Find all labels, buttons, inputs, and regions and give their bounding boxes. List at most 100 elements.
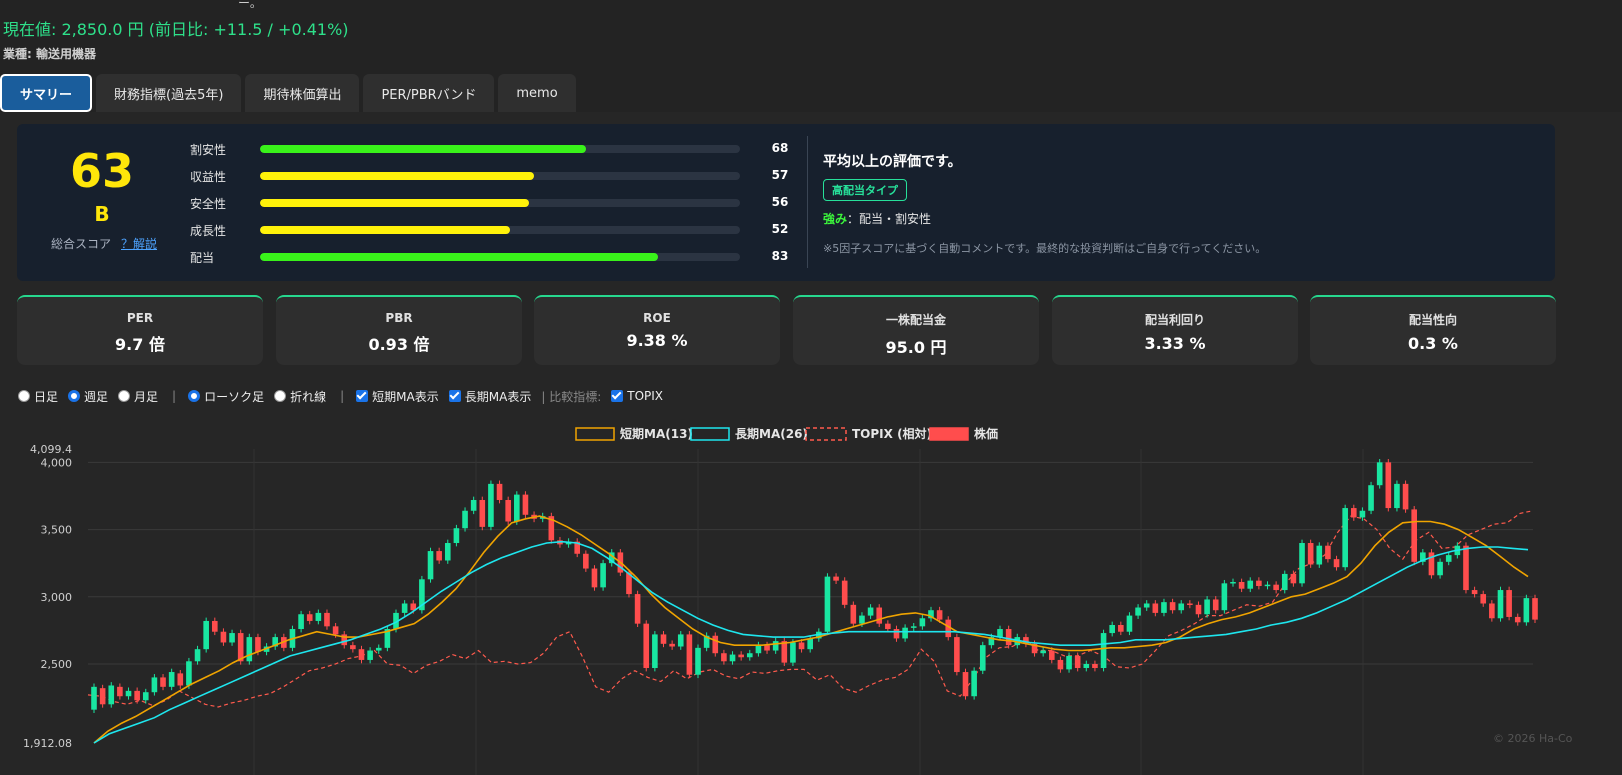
explain-link[interactable]: ？解説 xyxy=(121,235,157,252)
candle xyxy=(1195,604,1202,615)
checkbox-long-ma[interactable]: 長期MA表示 xyxy=(448,388,531,405)
factor-label: 割安性 xyxy=(190,143,227,157)
candle xyxy=(634,594,641,624)
candle xyxy=(134,690,140,701)
candle xyxy=(712,635,719,654)
metric-label: PBR xyxy=(385,311,413,325)
candle xyxy=(910,626,917,628)
tab-per-pbr-band[interactable]: PER/PBRバンド xyxy=(363,74,495,112)
candle xyxy=(160,677,166,687)
radio-monthly[interactable]: 月足 xyxy=(118,388,158,405)
candle xyxy=(522,494,529,515)
price-chart[interactable]: 4,099.4 4,000 3,500 3,000 2,500 1,912.08 短期MA(… xyxy=(0,420,1622,775)
factor-bar xyxy=(260,172,740,180)
candle xyxy=(315,612,322,621)
candle xyxy=(1394,483,1400,509)
radio-daily[interactable]: 日足 xyxy=(18,388,58,405)
y-tick-label: 1,912.08 xyxy=(23,737,72,750)
candle xyxy=(1333,559,1340,568)
radio-candlestick[interactable]: ローソク足 xyxy=(188,388,264,405)
candle xyxy=(453,528,460,544)
legend-swatch xyxy=(690,427,730,441)
candle xyxy=(677,634,684,647)
y-tick-label: 3,500 xyxy=(41,524,73,537)
factor-bar-fill xyxy=(260,145,587,153)
candle xyxy=(885,623,891,630)
candle xyxy=(1187,603,1193,605)
candle xyxy=(1325,545,1331,560)
factor-row: 収益性 57 xyxy=(190,166,790,186)
candle xyxy=(833,576,839,581)
candle xyxy=(1385,462,1392,509)
factor-bar-fill xyxy=(260,199,529,207)
checkbox[interactable] xyxy=(356,390,369,402)
radio-line[interactable]: 折れ線 xyxy=(274,388,326,405)
metric-value: 95.0 円 xyxy=(885,338,947,357)
candle xyxy=(1092,663,1098,669)
tab-summary[interactable]: サマリー xyxy=(0,74,93,112)
tab-financials[interactable]: 財務指標(過去5年) xyxy=(96,74,242,112)
checkbox[interactable] xyxy=(448,390,461,402)
factor-label: 安全性 xyxy=(190,197,227,211)
checkbox-topix[interactable]: TOPIX xyxy=(611,389,663,403)
candle xyxy=(125,690,132,697)
radio-button[interactable] xyxy=(188,390,201,402)
current-price: 現在値: 2,850.0 円 (前日比: +11.5 / +0.41%) xyxy=(3,20,349,39)
metric-label: 一株配当金 xyxy=(885,313,946,327)
candle xyxy=(876,607,883,624)
candle xyxy=(1532,598,1538,620)
candle xyxy=(177,673,184,686)
factor-row: 安全性 56 xyxy=(190,193,790,213)
candle xyxy=(186,661,192,686)
candle xyxy=(790,642,796,663)
candle xyxy=(755,645,762,654)
candle xyxy=(919,618,926,627)
candle xyxy=(772,641,779,651)
candle xyxy=(1048,650,1055,660)
candle xyxy=(470,499,477,511)
candle xyxy=(729,654,736,662)
candle xyxy=(1350,508,1357,518)
candle xyxy=(324,612,330,627)
candle xyxy=(1480,594,1487,604)
factor-row: 割安性 68 xyxy=(190,139,790,159)
radio-label: 週足 xyxy=(84,389,109,404)
candle xyxy=(997,629,1003,638)
radio-button[interactable] xyxy=(68,390,81,402)
candle xyxy=(91,686,97,710)
radio-button[interactable] xyxy=(274,390,287,402)
tab-memo[interactable]: memo xyxy=(498,74,576,112)
compare-label: | 比較指標: xyxy=(541,388,601,405)
candle xyxy=(962,672,969,697)
candle xyxy=(764,645,770,651)
candle xyxy=(1230,581,1236,584)
metric-label: 配当利回り xyxy=(1144,313,1205,327)
radio-button[interactable] xyxy=(18,390,30,402)
candle xyxy=(1411,509,1418,562)
candle xyxy=(255,637,261,652)
checkbox-label: TOPIX xyxy=(627,389,664,403)
checkbox[interactable] xyxy=(611,390,624,402)
candle xyxy=(358,649,365,660)
candle xyxy=(350,645,356,650)
candle xyxy=(1437,561,1443,576)
factor-row: 配当 83 xyxy=(190,247,790,267)
candle xyxy=(660,634,667,644)
candle xyxy=(583,553,589,569)
radio-label: ローソク足 xyxy=(204,389,265,404)
candle xyxy=(1497,590,1504,619)
candle xyxy=(1359,510,1366,518)
candle xyxy=(1514,616,1521,623)
separator: | xyxy=(340,389,345,403)
metric-label: 配当性向 xyxy=(1408,313,1457,327)
candle xyxy=(686,634,693,675)
truncated-text: ー。 xyxy=(238,0,262,10)
radio-button[interactable] xyxy=(118,390,131,402)
radio-label: 月足 xyxy=(134,389,159,404)
candle xyxy=(246,637,253,662)
tab-expected-price[interactable]: 期待株価算出 xyxy=(245,74,360,112)
score-comment: 平均以上の評価です。 xyxy=(823,154,962,170)
radio-weekly[interactable]: 週足 xyxy=(68,388,108,405)
checkbox-short-ma[interactable]: 短期MA表示 xyxy=(356,388,439,405)
candle xyxy=(1118,624,1124,632)
